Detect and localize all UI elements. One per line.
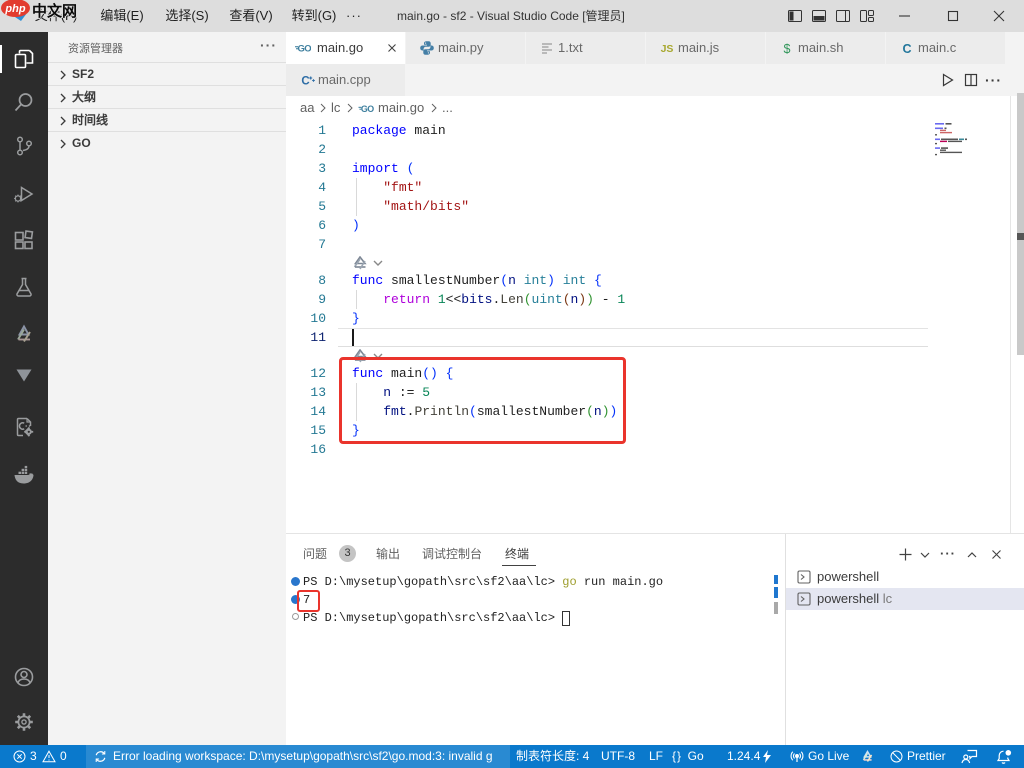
svg-text:$: $ [784,42,791,56]
svg-text:php: php [4,3,25,15]
svg-text:GO: GO [361,104,374,114]
svg-text:JS: JS [661,43,674,55]
svg-text:C: C [902,42,911,56]
svg-text:C: C [301,76,309,88]
svg-text:GO: GO [298,44,311,55]
